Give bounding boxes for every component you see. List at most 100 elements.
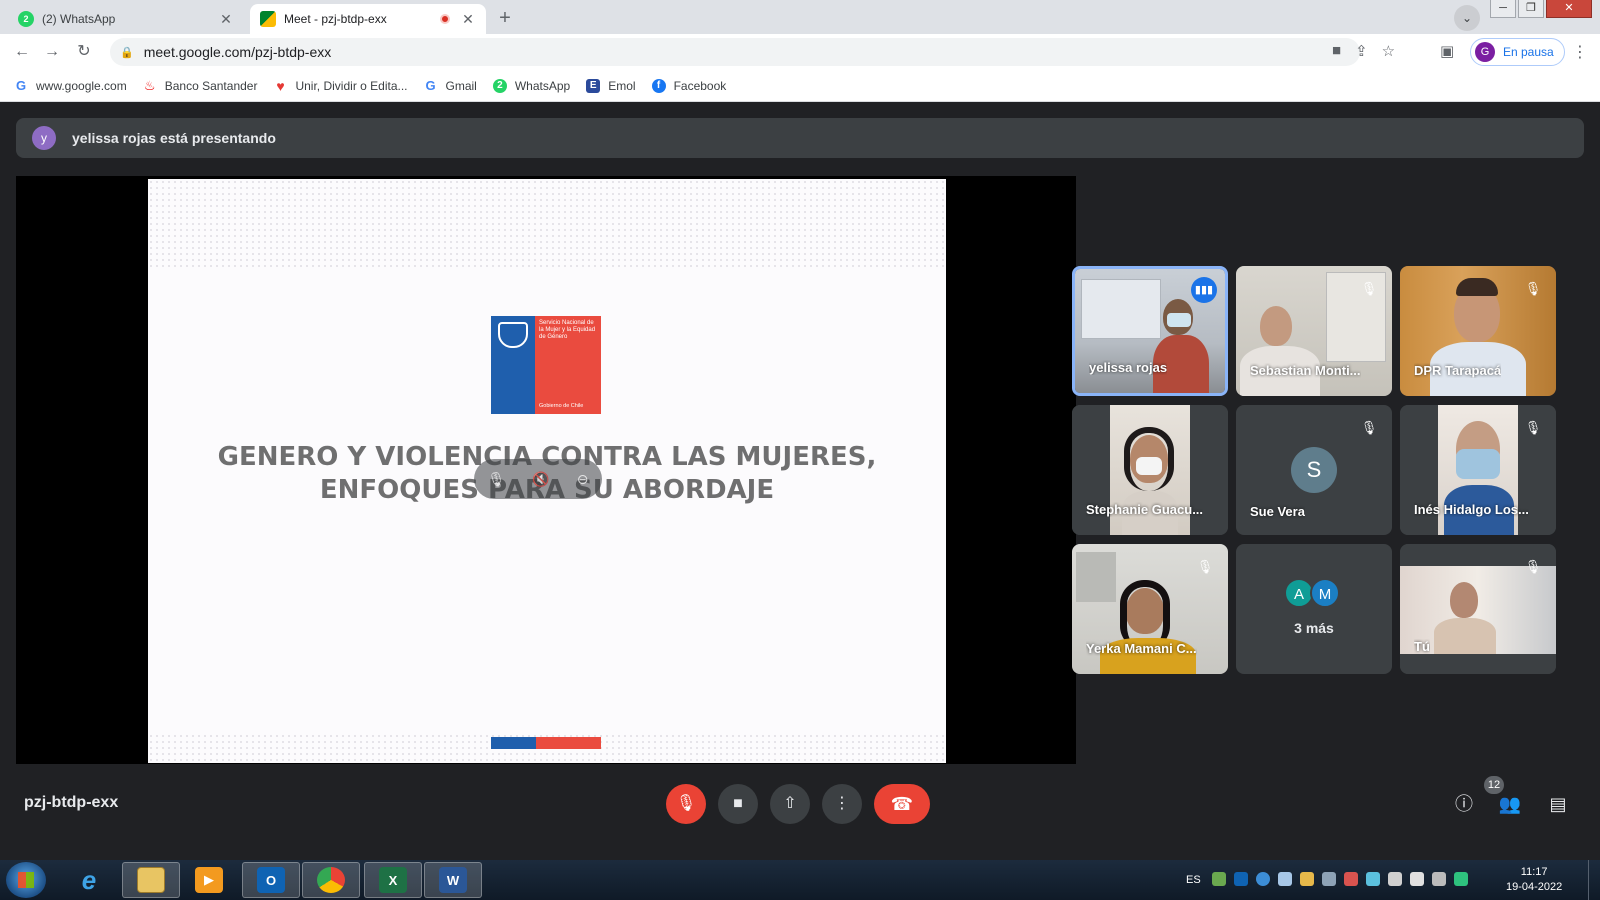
participant-tile-sebastian[interactable]: 🎙 Sebastian Monti... — [1236, 266, 1392, 396]
participant-tile-stephanie[interactable]: Stephanie Guacu... — [1072, 405, 1228, 535]
meeting-details-button[interactable]: ⓘ — [1450, 790, 1478, 818]
mic-off-icon: 🎙 — [1196, 559, 1214, 574]
profile-button[interactable]: G En pausa — [1470, 38, 1565, 66]
speaking-indicator-icon: ▮▮▮ — [1191, 277, 1217, 303]
tab-meet[interactable]: Meet - pzj-btdp-exx ✕ — [250, 4, 486, 34]
flag-icon[interactable] — [1410, 872, 1424, 886]
participant-name: Sue Vera — [1250, 504, 1305, 519]
chile-flag-stripe — [491, 737, 601, 749]
participant-tile-ines[interactable]: 🎙 Inés Hidalgo Los... — [1400, 405, 1556, 535]
tab-search-button[interactable]: ⌄ — [1454, 5, 1480, 31]
volume-off-icon[interactable]: 🔇 — [532, 471, 549, 488]
tray-sync-icon[interactable] — [1256, 872, 1270, 886]
tray-tool-icon[interactable] — [1322, 872, 1336, 886]
share-icon[interactable]: ⇪ — [1355, 42, 1368, 60]
address-bar[interactable]: 🔒 meet.google.com/pzj-btdp-exx — [110, 38, 1360, 66]
video-camera-icon: ■ — [733, 795, 743, 812]
restore-button[interactable]: ❐ — [1518, 0, 1544, 18]
presentation-stage[interactable]: Servicio Nacional de la Mujer y la Equid… — [16, 176, 1076, 764]
bookmark-star-icon[interactable]: ☆ — [1382, 42, 1395, 60]
bookmark-santander[interactable]: ♨ Banco Santander — [143, 78, 258, 93]
browser-tab-strip: 2 (2) WhatsApp ✕ Meet - pzj-btdp-exx ✕ +… — [0, 0, 1600, 34]
minimize-button[interactable]: ─ — [1490, 0, 1516, 18]
mic-off-icon: 🎙 — [1524, 420, 1542, 435]
bookmark-google[interactable]: G www.google.com — [14, 78, 127, 93]
tray-outlook-icon[interactable] — [1234, 872, 1248, 886]
tray-users-icon[interactable] — [1300, 872, 1314, 886]
meeting-code: pzj-btdp-exx — [24, 794, 119, 811]
more-participants-label: 3 más — [1294, 620, 1334, 636]
tab-whatsapp[interactable]: 2 (2) WhatsApp ✕ — [8, 4, 244, 34]
hang-up-icon: ☎ — [890, 794, 914, 814]
taskbar-outlook[interactable]: O — [242, 862, 300, 898]
taskbar-file-explorer[interactable] — [122, 862, 180, 898]
leave-call-button[interactable]: ☎ — [874, 784, 930, 824]
bookmark-whatsapp[interactable]: 2 WhatsApp — [492, 78, 571, 93]
profile-avatar: G — [1475, 42, 1495, 62]
presentation-slide: Servicio Nacional de la Mujer y la Equid… — [148, 179, 946, 763]
remove-icon[interactable]: ⊖ — [577, 471, 589, 488]
meet-main: y yelissa rojas está presentando Servici… — [0, 102, 1600, 860]
side-panel-icon[interactable]: ▣ — [1440, 42, 1454, 60]
presentation-hover-controls[interactable]: 🎙 🔇 ⊖ — [474, 459, 602, 499]
volume-icon[interactable] — [1388, 872, 1402, 886]
input-language[interactable]: ES — [1186, 874, 1201, 886]
participant-tile-dpr-tarapaca[interactable]: 🎙 DPR Tarapacá — [1400, 266, 1556, 396]
bookmark-label: www.google.com — [36, 78, 127, 93]
tray-monitor-icon[interactable] — [1344, 872, 1358, 886]
window-close-button[interactable]: ✕ — [1546, 0, 1592, 18]
present-screen-button[interactable]: ⇧ — [770, 784, 810, 824]
close-tab-icon[interactable]: ✕ — [460, 11, 476, 28]
k-app-icon[interactable] — [1454, 872, 1468, 886]
mic-off-icon: 🎙 — [1524, 281, 1542, 296]
people-button[interactable]: 👥 — [1496, 790, 1524, 818]
camera-icon[interactable]: ■ — [1332, 42, 1341, 60]
bookmark-label: Unir, Dividir o Edita... — [295, 78, 408, 93]
taskbar-internet-explorer[interactable]: e — [60, 862, 118, 898]
forward-button[interactable]: → — [40, 40, 64, 64]
omnibox-actions: ■ ⇪ ☆ — [1332, 42, 1395, 60]
start-button[interactable] — [6, 862, 46, 898]
taskbar-media-player[interactable]: ▶ — [180, 862, 238, 898]
bookmark-unir-dividir[interactable]: ♥ Unir, Dividir o Edita... — [273, 77, 408, 94]
participant-tile-self[interactable]: 🎙 Tú — [1400, 544, 1556, 674]
mic-off-icon: 🎙 — [1524, 559, 1542, 574]
bookmark-emol[interactable]: E Emol — [586, 78, 636, 93]
taskbar-clock[interactable]: 11:17 19-04-2022 — [1506, 865, 1562, 895]
mic-toggle-button[interactable]: 🎙 — [666, 784, 706, 824]
outlook-icon: O — [257, 867, 285, 893]
close-tab-icon[interactable]: ✕ — [218, 11, 234, 28]
bookmark-gmail[interactable]: G Gmail — [424, 78, 477, 93]
participant-tile-more[interactable]: A M 3 más — [1236, 544, 1392, 674]
show-desktop-button[interactable] — [1588, 860, 1600, 900]
taskbar-chrome[interactable] — [302, 862, 360, 898]
chat-button[interactable]: ▤ — [1544, 790, 1572, 818]
participant-count-badge: 12 — [1484, 776, 1504, 794]
participant-tile-yerka[interactable]: 🎙 Yerka Mamani C... — [1072, 544, 1228, 674]
participant-name: Stephanie Guacu... — [1086, 502, 1204, 517]
reload-button[interactable]: ↻ — [72, 40, 96, 64]
taskbar-excel[interactable]: X — [364, 862, 422, 898]
more-options-button[interactable]: ⋮ — [822, 784, 862, 824]
bookmark-label: Gmail — [445, 78, 477, 93]
back-button[interactable]: ← — [10, 40, 34, 64]
participant-name: yelissa rojas — [1089, 360, 1168, 375]
tray-app-icon[interactable] — [1212, 872, 1226, 886]
tray-cloud-icon[interactable] — [1278, 872, 1292, 886]
power-icon[interactable] — [1432, 872, 1446, 886]
participant-tile-sue-vera[interactable]: S 🎙 Sue Vera — [1236, 405, 1392, 535]
heart-icon: ♥ — [276, 77, 285, 94]
mic-off-icon: 🎙 — [1360, 281, 1378, 296]
recording-icon — [440, 14, 450, 24]
bookmark-facebook[interactable]: f Facebook — [651, 78, 726, 93]
bookmark-label: WhatsApp — [514, 78, 571, 93]
taskbar-word[interactable]: W — [424, 862, 482, 898]
new-tab-button[interactable]: + — [492, 6, 518, 32]
meet-icon — [260, 11, 276, 27]
mic-off-icon[interactable]: 🎙 — [488, 471, 506, 488]
participant-tile-yelissa[interactable]: ▮▮▮ yelissa rojas — [1072, 266, 1228, 396]
camera-toggle-button[interactable]: ■ — [718, 784, 758, 824]
browser-toolbar: ← → ↻ 🔒 meet.google.com/pzj-btdp-exx ■ ⇪… — [0, 34, 1600, 70]
tray-network-icon[interactable] — [1366, 872, 1380, 886]
browser-menu-icon[interactable]: ⋮ — [1572, 42, 1588, 62]
